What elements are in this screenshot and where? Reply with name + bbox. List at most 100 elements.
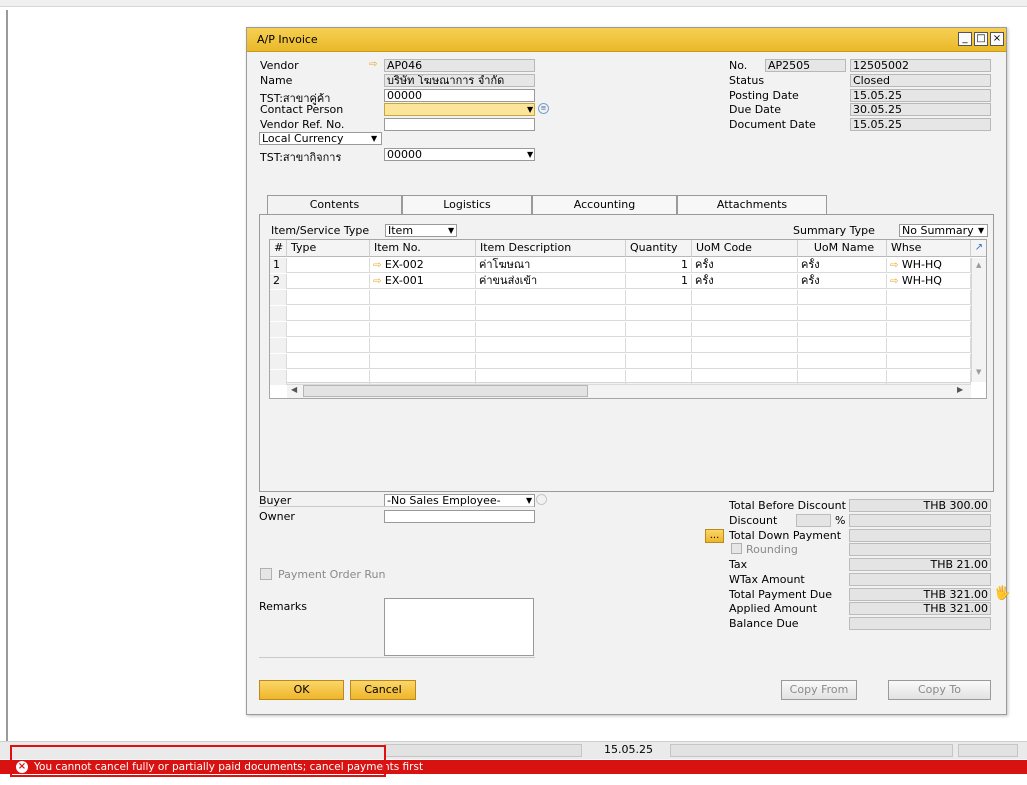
currency-select[interactable]: Local Currency	[259, 132, 382, 145]
empty-cell[interactable]	[287, 370, 370, 385]
tab-contents[interactable]: Contents	[267, 195, 402, 215]
empty-table-row[interactable]	[270, 306, 971, 321]
row-type[interactable]	[287, 258, 370, 273]
tab-attachments[interactable]: Attachments	[677, 195, 827, 214]
table-row[interactable]: 2 ⇨ EX-001 ค่าขนส่งเข้า 1 ครั้ง ครั้ง ⇨ …	[270, 274, 971, 289]
wtax-value[interactable]	[849, 573, 991, 586]
close-button[interactable]: ×	[990, 32, 1004, 46]
empty-cell[interactable]	[370, 290, 476, 305]
balance-due-value[interactable]	[849, 617, 991, 630]
empty-cell[interactable]	[370, 370, 476, 385]
empty-cell[interactable]	[887, 322, 971, 337]
tax-value[interactable]: THB 21.00	[849, 558, 991, 571]
status-field[interactable]: Closed	[850, 74, 991, 87]
row-item-no[interactable]: ⇨ EX-001	[370, 274, 476, 289]
rounding-checkbox[interactable]	[731, 543, 742, 554]
empty-cell[interactable]	[287, 290, 370, 305]
currency-dropdown-icon[interactable]: ▼	[371, 134, 377, 143]
scroll-down-icon[interactable]: ▼	[976, 368, 981, 376]
empty-cell[interactable]	[287, 354, 370, 369]
empty-cell[interactable]	[887, 370, 971, 385]
empty-table-row[interactable]	[270, 370, 971, 385]
col-header-num[interactable]: #	[270, 240, 287, 257]
col-header-whse[interactable]: Whse	[887, 240, 971, 257]
minimize-button[interactable]: _	[958, 32, 972, 46]
item-link-arrow-icon[interactable]: ⇨	[373, 276, 381, 287]
posting-date-field[interactable]: 15.05.25	[850, 89, 991, 102]
empty-cell[interactable]	[626, 306, 692, 321]
empty-cell[interactable]	[887, 290, 971, 305]
empty-cell[interactable]	[270, 354, 287, 369]
down-payment-picker-button[interactable]: ...	[705, 529, 724, 543]
empty-cell[interactable]	[270, 338, 287, 353]
owner-field[interactable]	[384, 510, 535, 523]
empty-cell[interactable]	[287, 338, 370, 353]
empty-cell[interactable]	[370, 354, 476, 369]
rounding-value[interactable]	[849, 543, 991, 556]
empty-cell[interactable]	[798, 370, 887, 385]
whse-link-arrow-icon[interactable]: ⇨	[890, 260, 898, 271]
empty-cell[interactable]	[626, 322, 692, 337]
table-row[interactable]: 1 ⇨ EX-002 ค่าโฆษณา 1 ครั้ง ครั้ง ⇨ WH-H…	[270, 258, 971, 273]
empty-cell[interactable]	[270, 370, 287, 385]
vendor-ref-field[interactable]	[384, 118, 535, 131]
empty-cell[interactable]	[692, 370, 798, 385]
expand-columns-icon[interactable]: ↗	[971, 240, 986, 257]
col-header-uom-code[interactable]: UoM Code	[692, 240, 798, 257]
discount-value[interactable]	[849, 514, 991, 527]
col-header-item-no[interactable]: Item No.	[370, 240, 476, 257]
empty-cell[interactable]	[476, 290, 626, 305]
row-type[interactable]	[287, 274, 370, 289]
payment-means-icon[interactable]: 🖐	[994, 586, 1010, 601]
payment-order-checkbox[interactable]	[260, 568, 272, 580]
document-date-field[interactable]: 15.05.25	[850, 118, 991, 131]
empty-cell[interactable]	[626, 370, 692, 385]
item-type-select[interactable]: Item	[385, 224, 457, 237]
total-down-payment-value[interactable]	[849, 529, 991, 542]
tab-logistics[interactable]: Logistics	[402, 195, 532, 214]
col-header-quantity[interactable]: Quantity	[626, 240, 692, 257]
scroll-up-icon[interactable]: ▲	[976, 261, 981, 269]
empty-table-row[interactable]	[270, 354, 971, 369]
row-uom-code[interactable]: ครั้ง	[692, 274, 798, 289]
empty-table-row[interactable]	[270, 322, 971, 337]
empty-cell[interactable]	[287, 306, 370, 321]
empty-table-row[interactable]	[270, 290, 971, 305]
empty-cell[interactable]	[692, 306, 798, 321]
empty-cell[interactable]	[798, 354, 887, 369]
contact-dropdown-icon[interactable]: ▼	[527, 105, 533, 114]
empty-cell[interactable]	[287, 322, 370, 337]
item-grid[interactable]: # Type Item No. Item Description Quantit…	[269, 239, 987, 399]
row-whse[interactable]: ⇨ WH-HQ	[887, 274, 971, 289]
vendor-name-field[interactable]: บริษัท โฆษณาการ จำกัด	[384, 74, 535, 87]
empty-cell[interactable]	[270, 322, 287, 337]
empty-cell[interactable]	[887, 354, 971, 369]
row-uom-name[interactable]: ครั้ง	[798, 274, 887, 289]
empty-cell[interactable]	[887, 338, 971, 353]
empty-cell[interactable]	[476, 354, 626, 369]
total-before-discount-value[interactable]: THB 300.00	[849, 499, 991, 512]
empty-cell[interactable]	[692, 338, 798, 353]
whse-link-arrow-icon[interactable]: ⇨	[890, 276, 898, 287]
buyer-info-icon[interactable]	[536, 494, 547, 505]
vendor-field[interactable]: AP046	[384, 59, 535, 72]
scroll-right-icon[interactable]: ▶	[957, 385, 963, 394]
discount-percent-field[interactable]	[796, 514, 831, 527]
copy-from-button[interactable]: Copy From	[781, 680, 857, 700]
col-header-uom-name[interactable]: UoM Name	[798, 240, 887, 257]
empty-cell[interactable]	[692, 322, 798, 337]
empty-cell[interactable]	[626, 290, 692, 305]
total-payment-due-value[interactable]: THB 321.00	[849, 588, 991, 601]
empty-cell[interactable]	[798, 290, 887, 305]
maximize-button[interactable]: □	[974, 32, 988, 46]
empty-cell[interactable]	[887, 306, 971, 321]
col-header-item-description[interactable]: Item Description	[476, 240, 626, 257]
col-header-type[interactable]: Type	[287, 240, 370, 257]
vertical-scrollbar[interactable]: ▲ ▼	[971, 258, 986, 382]
row-quantity[interactable]: 1	[626, 274, 692, 289]
row-uom-code[interactable]: ครั้ง	[692, 258, 798, 273]
row-uom-name[interactable]: ครั้ง	[798, 258, 887, 273]
empty-cell[interactable]	[270, 306, 287, 321]
tst-biz-dropdown-icon[interactable]: ▼	[527, 150, 533, 159]
vendor-link-arrow-icon[interactable]: ⇨	[369, 59, 377, 70]
